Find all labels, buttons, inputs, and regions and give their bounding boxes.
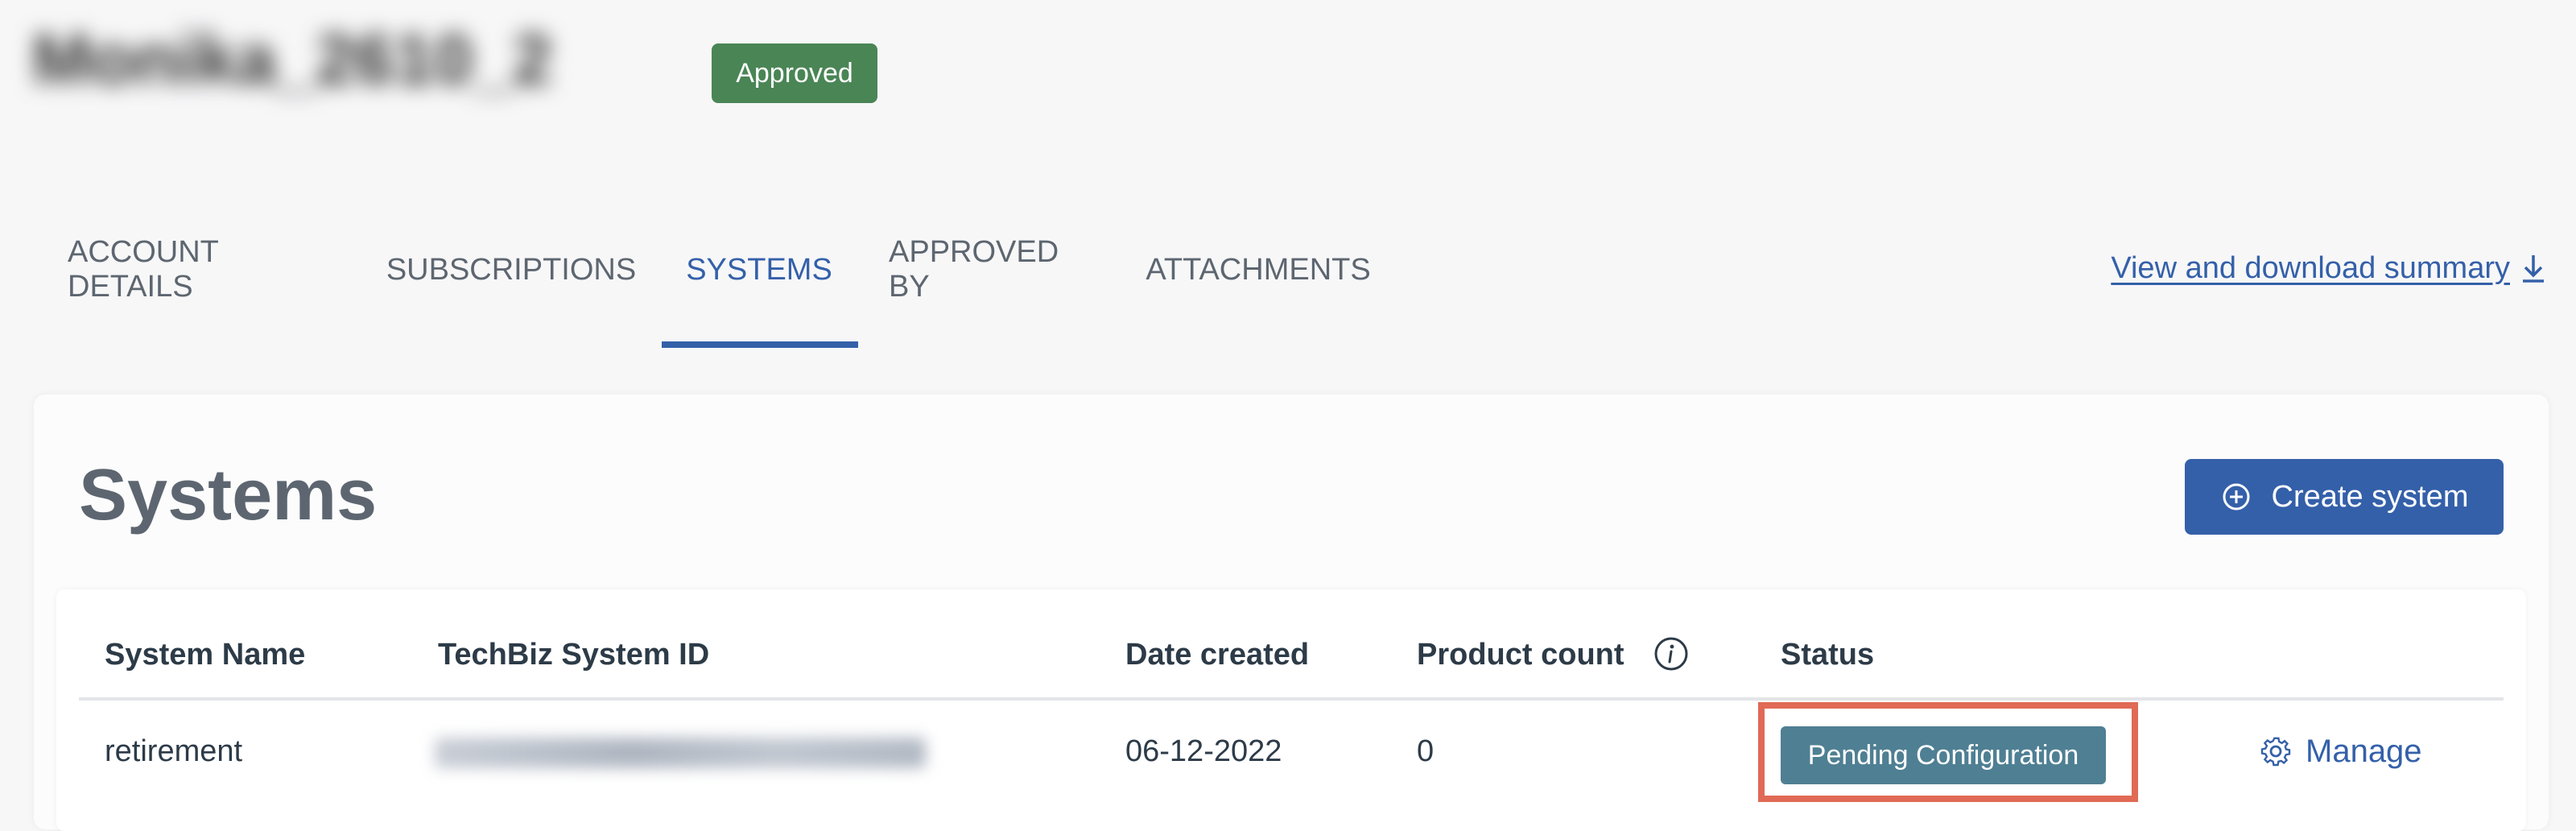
download-icon <box>2523 255 2544 283</box>
column-header-product-count[interactable]: Product count <box>1417 628 1624 681</box>
cell-date-created: 06-12-2022 <box>1125 734 1282 768</box>
status-badge: Pending Configuration <box>1781 726 2106 784</box>
summary-link-label: View and download summary <box>2111 250 2510 285</box>
table-header-divider <box>79 697 2504 701</box>
cell-system-name: retirement <box>105 734 243 768</box>
cell-system-id-redacted <box>435 738 926 768</box>
column-header-system-name[interactable]: System Name <box>105 628 305 681</box>
tab-account-details[interactable]: ACCOUNT DETAILS <box>68 235 328 304</box>
account-name: Monika_2610_2 <box>32 19 552 99</box>
tab-attachments[interactable]: ATTACHMENTS <box>1146 242 1370 298</box>
column-header-status[interactable]: Status <box>1781 628 1874 681</box>
tab-approved-by[interactable]: APPROVED BY <box>889 235 1088 304</box>
tab-systems[interactable]: SYSTEMS <box>686 242 832 298</box>
info-icon[interactable] <box>1653 636 1689 672</box>
page-title: Systems <box>79 455 378 535</box>
create-system-button[interactable]: Create system <box>2185 459 2504 535</box>
cell-product-count: 0 <box>1417 734 1435 768</box>
tab-subscriptions[interactable]: SUBSCRIPTIONS <box>386 242 636 298</box>
manage-label: Manage <box>2306 733 2422 769</box>
plus-circle-icon <box>2223 483 2250 511</box>
gear-icon <box>2260 737 2291 767</box>
view-download-summary-link[interactable]: View and download summary <box>2111 242 2547 295</box>
manage-button[interactable]: Manage <box>2259 725 2422 778</box>
active-tab-indicator <box>662 341 858 348</box>
column-header-date-created[interactable]: Date created <box>1125 628 1309 681</box>
create-system-label: Create system <box>2271 479 2469 514</box>
approved-badge: Approved <box>712 43 877 103</box>
column-header-system-id[interactable]: TechBiz System ID <box>438 628 709 681</box>
systems-table <box>56 589 2526 831</box>
